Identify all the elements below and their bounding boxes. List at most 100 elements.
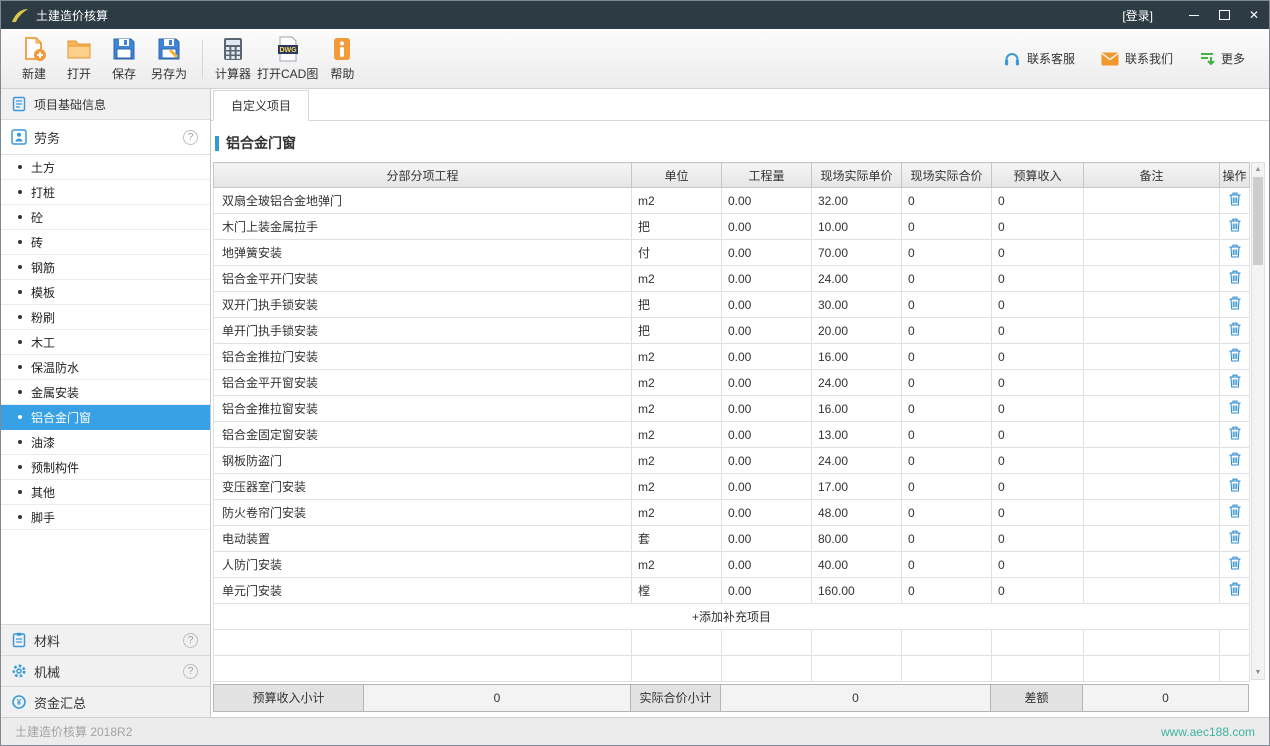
- delete-row-icon[interactable]: [1229, 348, 1241, 362]
- sidebar-item-13[interactable]: 其他: [1, 480, 210, 505]
- cell-unit[interactable]: 把: [632, 292, 722, 318]
- sidebar-item-10[interactable]: 铝合金门窗: [1, 405, 210, 430]
- cell-name[interactable]: 地弹簧安装: [214, 240, 632, 266]
- cell-budget[interactable]: 0: [992, 318, 1084, 344]
- materials-help-icon[interactable]: ?: [183, 633, 198, 648]
- machinery-help-icon[interactable]: ?: [183, 664, 198, 679]
- delete-row-icon[interactable]: [1229, 426, 1241, 440]
- vertical-scrollbar[interactable]: ▲ ▼: [1251, 162, 1265, 680]
- cell-budget[interactable]: 0: [992, 526, 1084, 552]
- cell-qty[interactable]: 0.00: [722, 578, 812, 604]
- sidebar-item-11[interactable]: 油漆: [1, 430, 210, 455]
- sidebar-item-0[interactable]: 土方: [1, 155, 210, 180]
- cell-qty[interactable]: 0.00: [722, 292, 812, 318]
- cell-unit[interactable]: m2: [632, 396, 722, 422]
- cell-budget[interactable]: 0: [992, 266, 1084, 292]
- cell-unit[interactable]: m2: [632, 474, 722, 500]
- cell-qty[interactable]: 0.00: [722, 370, 812, 396]
- cell-total[interactable]: 0: [902, 318, 992, 344]
- cell-name[interactable]: 电动装置: [214, 526, 632, 552]
- cell-price[interactable]: 10.00: [812, 214, 902, 240]
- cell-unit[interactable]: 套: [632, 526, 722, 552]
- cell-name[interactable]: 双扇全玻铝合金地弹门: [214, 188, 632, 214]
- cell-unit[interactable]: m2: [632, 422, 722, 448]
- cell-total[interactable]: 0: [902, 292, 992, 318]
- delete-row-icon[interactable]: [1229, 322, 1241, 336]
- cell-qty[interactable]: 0.00: [722, 526, 812, 552]
- cell-qty[interactable]: 0.00: [722, 344, 812, 370]
- cell-name[interactable]: 木门上装金属拉手: [214, 214, 632, 240]
- cell-note[interactable]: [1084, 240, 1220, 266]
- sidebar-item-3[interactable]: 砖: [1, 230, 210, 255]
- cell-total[interactable]: 0: [902, 240, 992, 266]
- cell-unit[interactable]: 把: [632, 318, 722, 344]
- cell-unit[interactable]: 付: [632, 240, 722, 266]
- cell-name[interactable]: 铝合金固定窗安装: [214, 422, 632, 448]
- sidebar-item-2[interactable]: 砼: [1, 205, 210, 230]
- cell-price[interactable]: 20.00: [812, 318, 902, 344]
- open-cad-button[interactable]: DWG 打开CAD图: [257, 36, 318, 82]
- maximize-button[interactable]: [1209, 1, 1239, 29]
- delete-row-icon[interactable]: [1229, 452, 1241, 466]
- cell-name[interactable]: 铝合金推拉门安装: [214, 344, 632, 370]
- cell-price[interactable]: 16.00: [812, 396, 902, 422]
- cell-budget[interactable]: 0: [992, 422, 1084, 448]
- delete-row-icon[interactable]: [1229, 192, 1241, 206]
- cell-note[interactable]: [1084, 214, 1220, 240]
- sidebar-item-9[interactable]: 金属安装: [1, 380, 210, 405]
- cell-qty[interactable]: 0.00: [722, 188, 812, 214]
- save-as-button[interactable]: 另存为: [148, 36, 190, 82]
- tab-custom-project[interactable]: 自定义项目: [213, 90, 309, 121]
- delete-row-icon[interactable]: [1229, 582, 1241, 596]
- cell-budget[interactable]: 0: [992, 396, 1084, 422]
- cell-price[interactable]: 70.00: [812, 240, 902, 266]
- cell-note[interactable]: [1084, 396, 1220, 422]
- cell-note[interactable]: [1084, 422, 1220, 448]
- cell-unit[interactable]: m2: [632, 370, 722, 396]
- cell-name[interactable]: 钢板防盗门: [214, 448, 632, 474]
- sidebar-section-labor[interactable]: 劳务 ?: [1, 120, 210, 155]
- cell-note[interactable]: [1084, 344, 1220, 370]
- add-item-button[interactable]: +添加补充项目: [214, 604, 1250, 630]
- cell-name[interactable]: 铝合金平开门安装: [214, 266, 632, 292]
- sidebar-section-materials[interactable]: 材料 ?: [1, 624, 210, 655]
- cell-unit[interactable]: m2: [632, 448, 722, 474]
- cell-budget[interactable]: 0: [992, 370, 1084, 396]
- cell-price[interactable]: 16.00: [812, 344, 902, 370]
- delete-row-icon[interactable]: [1229, 478, 1241, 492]
- cell-total[interactable]: 0: [902, 344, 992, 370]
- cell-total[interactable]: 0: [902, 188, 992, 214]
- sidebar-section-machinery[interactable]: 机械 ?: [1, 655, 210, 686]
- cell-total[interactable]: 0: [902, 500, 992, 526]
- cell-budget[interactable]: 0: [992, 448, 1084, 474]
- cell-name[interactable]: 人防门安装: [214, 552, 632, 578]
- cell-qty[interactable]: 0.00: [722, 422, 812, 448]
- cell-unit[interactable]: 把: [632, 214, 722, 240]
- cell-total[interactable]: 0: [902, 370, 992, 396]
- cell-total[interactable]: 0: [902, 448, 992, 474]
- cell-budget[interactable]: 0: [992, 214, 1084, 240]
- scroll-down-icon[interactable]: ▼: [1252, 666, 1264, 679]
- minimize-button[interactable]: [1179, 1, 1209, 29]
- cell-note[interactable]: [1084, 188, 1220, 214]
- cell-name[interactable]: 单开门执手锁安装: [214, 318, 632, 344]
- contact-us-link[interactable]: 联系我们: [1101, 50, 1173, 67]
- cell-note[interactable]: [1084, 292, 1220, 318]
- cell-total[interactable]: 0: [902, 526, 992, 552]
- sidebar-item-6[interactable]: 粉刷: [1, 305, 210, 330]
- cell-note[interactable]: [1084, 526, 1220, 552]
- labor-help-icon[interactable]: ?: [183, 130, 198, 145]
- cell-qty[interactable]: 0.00: [722, 474, 812, 500]
- contact-support-link[interactable]: 联系客服: [1003, 50, 1075, 68]
- cell-price[interactable]: 24.00: [812, 370, 902, 396]
- cell-note[interactable]: [1084, 552, 1220, 578]
- cell-budget[interactable]: 0: [992, 344, 1084, 370]
- cell-price[interactable]: 40.00: [812, 552, 902, 578]
- sidebar-item-4[interactable]: 钢筋: [1, 255, 210, 280]
- cell-name[interactable]: 变压器室门安装: [214, 474, 632, 500]
- cell-total[interactable]: 0: [902, 214, 992, 240]
- cell-unit[interactable]: 樘: [632, 578, 722, 604]
- cell-total[interactable]: 0: [902, 552, 992, 578]
- sidebar-section-funds-summary[interactable]: ¥ 资金汇总: [1, 686, 210, 717]
- cell-qty[interactable]: 0.00: [722, 240, 812, 266]
